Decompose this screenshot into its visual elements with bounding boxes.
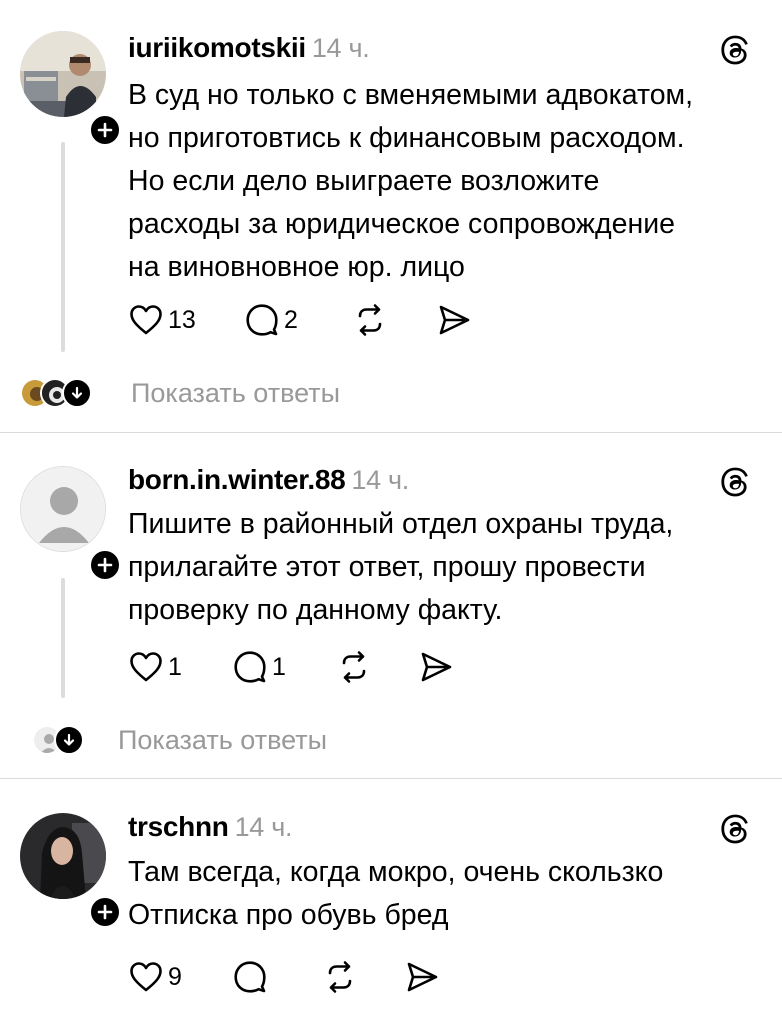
reply-count: 1	[272, 652, 286, 681]
like-button[interactable]: 13	[128, 300, 196, 340]
heart-icon	[130, 962, 162, 992]
comment-bubble-icon	[234, 961, 266, 993]
arrow-down-icon	[62, 378, 92, 408]
repost-icon	[328, 961, 352, 993]
follow-plus-icon[interactable]	[88, 113, 122, 147]
arrow-down-icon	[54, 725, 84, 755]
threads-logo-icon[interactable]	[718, 33, 752, 67]
share-button[interactable]	[436, 300, 472, 340]
show-replies-button[interactable]: Показать ответы	[32, 720, 432, 760]
username[interactable]: iuriikomotskii 14 ч.	[128, 32, 370, 64]
post-text: В суд но только с вменяемыми адвокатом, …	[128, 79, 694, 283]
avatar-iuriikomotskii[interactable]	[20, 31, 122, 147]
reply-button[interactable]: 1	[232, 647, 286, 687]
show-replies-button[interactable]: Показать ответы	[20, 373, 420, 413]
like-count: 9	[168, 962, 182, 991]
comment-bubble-icon	[246, 304, 278, 336]
avatar-born-in-winter-88[interactable]	[20, 466, 122, 582]
repost-button[interactable]	[336, 647, 372, 687]
reply-button[interactable]	[232, 957, 268, 997]
thread-line	[61, 578, 65, 698]
show-replies-label: Показать ответы	[118, 725, 327, 755]
comment-bubble-icon	[234, 651, 266, 683]
like-button[interactable]: 9	[128, 957, 182, 997]
post-divider	[0, 778, 782, 779]
post-text: Там всегда, когда мокро, очень скользко …	[128, 856, 664, 931]
like-count: 1	[168, 652, 182, 681]
send-icon	[421, 652, 452, 682]
threads-logo-icon[interactable]	[718, 465, 752, 499]
repost-icon	[342, 651, 366, 683]
like-count: 13	[168, 305, 196, 334]
post-time: 14 ч.	[311, 33, 370, 63]
share-button[interactable]	[418, 647, 454, 687]
repost-button[interactable]	[322, 957, 358, 997]
heart-icon	[130, 652, 162, 682]
post-divider	[0, 432, 782, 433]
reply-button[interactable]: 2	[244, 300, 298, 340]
username[interactable]: born.in.winter.88 14 ч.	[128, 464, 409, 496]
post-time: 14 ч.	[234, 812, 293, 842]
avatar-trschnn[interactable]	[20, 813, 122, 929]
username[interactable]: trschnn 14 ч.	[128, 811, 292, 843]
share-button[interactable]	[404, 957, 440, 997]
like-button[interactable]: 1	[128, 647, 182, 687]
follow-plus-icon[interactable]	[88, 548, 122, 582]
post-text: Пишите в районный отдел охраны труда, пр…	[128, 508, 674, 626]
repost-icon	[358, 304, 382, 336]
threads-logo-icon[interactable]	[718, 812, 752, 846]
post-time: 14 ч.	[351, 465, 409, 495]
thread-line	[61, 142, 65, 352]
send-icon	[439, 305, 470, 335]
follow-plus-icon[interactable]	[88, 895, 122, 929]
send-icon	[407, 962, 438, 992]
show-replies-label: Показать ответы	[131, 378, 340, 408]
reply-count: 2	[284, 305, 298, 334]
repost-button[interactable]	[352, 300, 388, 340]
heart-icon	[130, 305, 162, 335]
